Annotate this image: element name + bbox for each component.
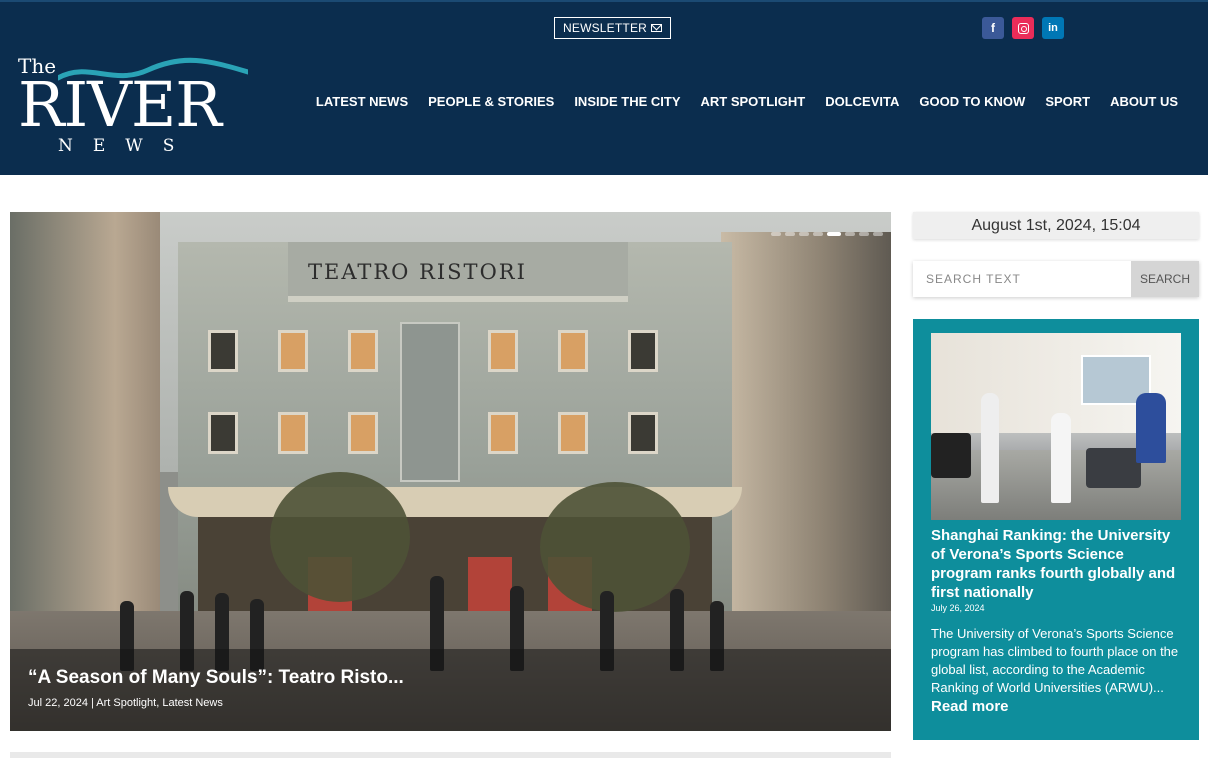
nav-good-to-know[interactable]: GOOD TO KNOW <box>909 94 1035 109</box>
newsletter-button[interactable]: NEWSLETTER <box>554 17 672 39</box>
slide-meta: Jul 22, 2024 | Art Spotlight, Latest New… <box>28 697 223 709</box>
slider-dot[interactable] <box>845 232 855 236</box>
content-divider <box>10 752 891 758</box>
facebook-icon[interactable]: f <box>982 17 1004 39</box>
article-date: July 26, 2024 <box>931 603 985 613</box>
site-logo[interactable]: The RIVER NEWS <box>18 52 248 162</box>
featured-article-card: Shanghai Ranking: the University of Vero… <box>913 319 1199 740</box>
nav-sport[interactable]: SPORT <box>1035 94 1100 109</box>
logo-river: RIVER <box>18 68 222 141</box>
nav-inside-the-city[interactable]: INSIDE THE CITY <box>564 94 690 109</box>
search-form: SEARCH <box>913 261 1199 297</box>
nav-art-spotlight[interactable]: ART SPOTLIGHT <box>691 94 816 109</box>
nav-people-stories[interactable]: PEOPLE & STORIES <box>418 94 564 109</box>
slider-dot[interactable] <box>771 232 781 236</box>
article-photo[interactable] <box>931 333 1181 520</box>
slider-dot-active[interactable] <box>827 232 841 236</box>
building-sign: TEATRO RISTORI <box>308 260 527 284</box>
featured-slider[interactable]: TEATRO RISTORI “A Season of Many Souls”:… <box>10 212 891 731</box>
article-title[interactable]: Shanghai Ranking: the University of Vero… <box>931 526 1181 602</box>
site-header: NEWSLETTER f in The RIVER NEWS LATEST NE… <box>0 0 1208 175</box>
social-links: f in <box>982 17 1064 39</box>
linkedin-icon[interactable]: in <box>1042 17 1064 39</box>
current-datetime: August 1st, 2024, 15:04 <box>913 212 1199 239</box>
slider-dot[interactable] <box>813 232 823 236</box>
nav-dolcevita[interactable]: DOLCEVITA <box>815 94 909 109</box>
slider-dot[interactable] <box>859 232 869 236</box>
slider-dot[interactable] <box>785 232 795 236</box>
search-button[interactable]: SEARCH <box>1131 261 1199 297</box>
logo-news: NEWS <box>58 136 195 156</box>
envelope-icon <box>651 24 663 32</box>
nav-about-us[interactable]: ABOUT US <box>1100 94 1188 109</box>
slide-title[interactable]: “A Season of Many Souls”: Teatro Risto..… <box>28 667 873 689</box>
instagram-icon[interactable] <box>1012 17 1034 39</box>
article-excerpt: The University of Verona’s Sports Scienc… <box>931 626 1179 695</box>
slider-dot[interactable] <box>873 232 883 236</box>
slide-caption: “A Season of Many Souls”: Teatro Risto..… <box>10 649 891 731</box>
nav-latest-news[interactable]: LATEST NEWS <box>306 94 418 109</box>
read-more-link[interactable]: Read more <box>931 698 1009 715</box>
main-nav: LATEST NEWS PEOPLE & STORIES INSIDE THE … <box>306 94 1188 109</box>
slider-dot[interactable] <box>799 232 809 236</box>
slider-pagination <box>771 232 883 236</box>
newsletter-label: NEWSLETTER <box>563 21 648 35</box>
search-input[interactable] <box>913 261 1131 297</box>
